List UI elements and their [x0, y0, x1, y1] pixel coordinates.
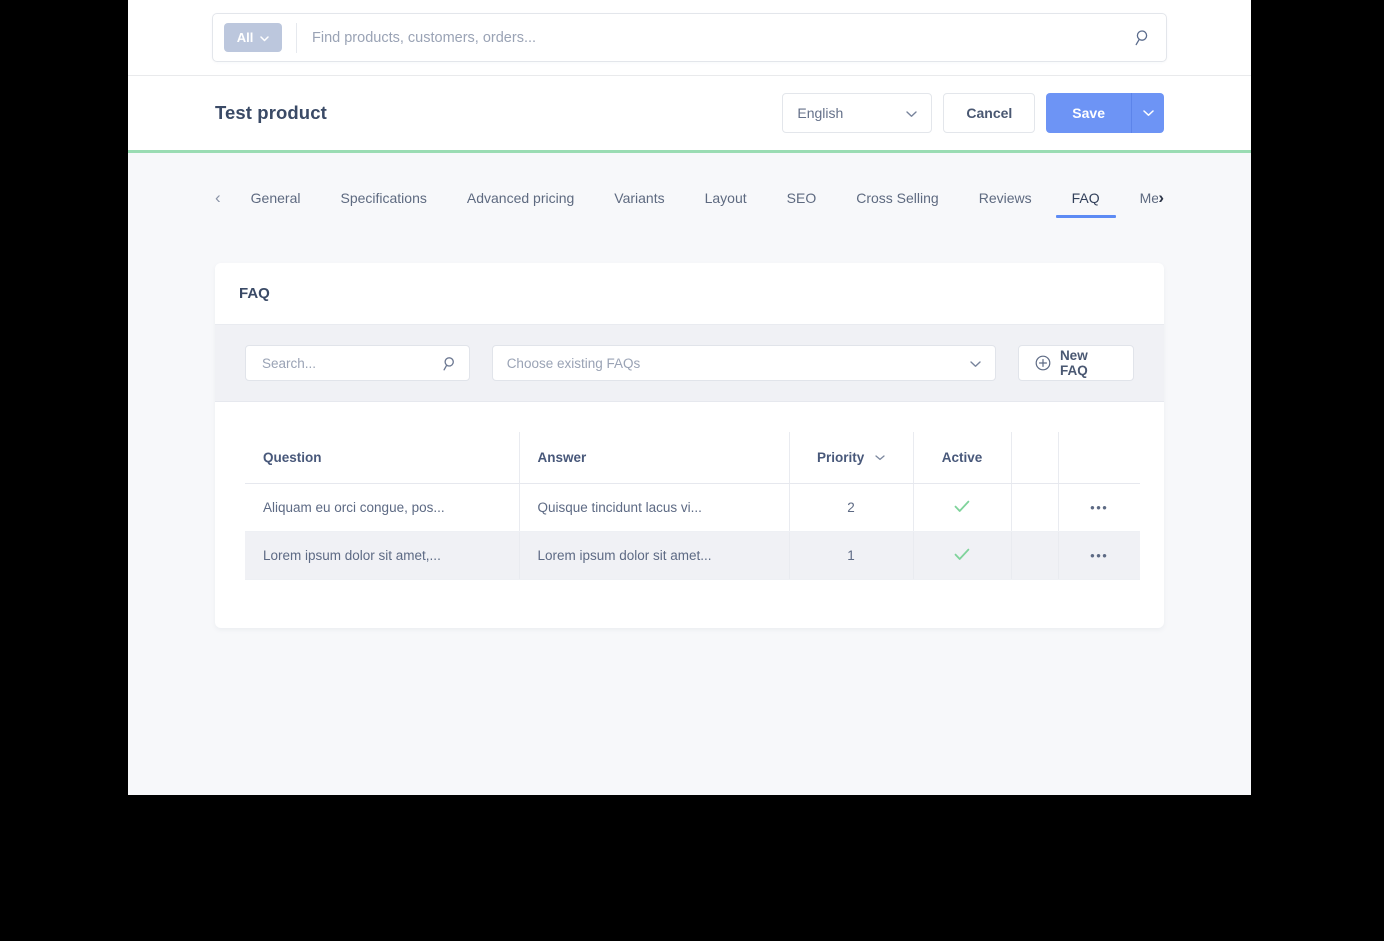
plus-circle-icon — [1035, 355, 1051, 371]
tab-variants[interactable]: Variants — [594, 190, 684, 218]
chevron-right-icon[interactable]: › — [1158, 189, 1164, 218]
tab-layout[interactable]: Layout — [685, 190, 767, 218]
language-select[interactable]: English — [782, 93, 933, 133]
cell-row-actions[interactable]: ••• — [1058, 483, 1140, 532]
global-search-field-group: All — [212, 13, 1167, 62]
column-header-priority[interactable]: Priority — [789, 432, 914, 484]
new-faq-button-label: New FAQ — [1059, 348, 1088, 378]
ellipsis-icon[interactable]: ••• — [1090, 548, 1108, 563]
tab-cross-selling[interactable]: Cross Selling — [836, 190, 958, 218]
global-search-bar: All — [128, 0, 1251, 76]
cell-priority: 2 — [789, 483, 914, 532]
search-icon[interactable] — [1135, 29, 1152, 46]
faq-card-title: FAQ — [239, 285, 270, 302]
chevron-left-icon[interactable]: ‹ — [215, 189, 221, 218]
check-icon — [954, 546, 970, 565]
tab-media[interactable]: Medi — [1120, 190, 1159, 218]
faq-card: FAQ Choose existing FAQs New FAQ — [215, 263, 1164, 628]
column-header-question[interactable]: Question — [245, 432, 520, 484]
tab-scroll-area: General Specifications Advanced pricing … — [231, 190, 1159, 218]
save-dropdown-toggle[interactable] — [1131, 93, 1164, 133]
choose-existing-faqs-placeholder: Choose existing FAQs — [506, 355, 641, 371]
cell-spacer — [1011, 483, 1059, 532]
faq-table-head: Question Answer Priority Active — [245, 432, 1140, 484]
cell-question: Lorem ipsum dolor sit amet,... — [245, 531, 520, 580]
column-header-active[interactable]: Active — [913, 432, 1012, 484]
tab-specifications[interactable]: Specifications — [320, 190, 446, 218]
cell-question: Aliquam eu orci congue, pos... — [245, 483, 520, 532]
page-header: Test product English Cancel Save — [128, 76, 1251, 150]
tab-general[interactable]: General — [231, 190, 321, 218]
ellipsis-icon[interactable]: ••• — [1090, 500, 1108, 515]
cancel-button[interactable]: Cancel — [943, 93, 1036, 133]
tab-navigation: ‹ General Specifications Advanced pricin… — [128, 153, 1251, 220]
tab-row: ‹ General Specifications Advanced pricin… — [128, 189, 1251, 218]
cell-answer: Quisque tincidunt lacus vi... — [519, 483, 790, 532]
search-scope-label: All — [236, 30, 254, 45]
choose-existing-faqs-select[interactable]: Choose existing FAQs — [491, 345, 996, 381]
language-select-value: English — [797, 105, 844, 121]
faq-card-header: FAQ — [215, 263, 1164, 325]
chevron-down-icon — [970, 356, 981, 371]
cell-active — [913, 483, 1012, 532]
faq-search-field — [245, 345, 470, 381]
column-header-spacer-1 — [1011, 432, 1059, 484]
admin-app-window: All Test product English Cancel — [128, 0, 1251, 795]
tab-faq[interactable]: FAQ — [1052, 190, 1120, 218]
search-scope-dropdown[interactable]: All — [224, 23, 282, 52]
cell-answer: Lorem ipsum dolor sit amet... — [519, 531, 790, 580]
cell-active — [913, 531, 1012, 580]
tab-seo[interactable]: SEO — [767, 190, 837, 218]
column-header-priority-label: Priority — [816, 450, 865, 465]
new-faq-button[interactable]: New FAQ — [1017, 345, 1134, 381]
column-header-answer[interactable]: Answer — [519, 432, 790, 484]
page-title: Test product — [215, 102, 327, 123]
cell-spacer — [1011, 531, 1059, 580]
tab-advanced-pricing[interactable]: Advanced pricing — [447, 190, 594, 218]
table-row[interactable]: Lorem ipsum dolor sit amet,... Lorem ips… — [245, 531, 1140, 580]
cell-priority: 1 — [789, 531, 914, 580]
chevron-down-icon — [260, 30, 270, 45]
save-button[interactable]: Save — [1046, 93, 1131, 133]
check-icon — [954, 498, 970, 517]
table-header-row: Question Answer Priority Active — [245, 432, 1140, 484]
global-search-input[interactable] — [297, 28, 1135, 47]
column-header-actions — [1058, 432, 1140, 484]
save-button-group: Save — [1046, 93, 1164, 133]
search-icon[interactable] — [443, 356, 458, 371]
faq-toolbar: Choose existing FAQs New FAQ — [215, 325, 1164, 402]
faq-table-body: Aliquam eu orci congue, pos... Quisque t… — [245, 483, 1140, 580]
faq-table: Question Answer Priority Active Aliquam … — [245, 432, 1140, 580]
faq-table-container: Question Answer Priority Active Aliquam … — [215, 402, 1164, 628]
chevron-down-icon — [906, 105, 918, 121]
chevron-down-icon — [875, 455, 885, 461]
table-row[interactable]: Aliquam eu orci congue, pos... Quisque t… — [245, 483, 1140, 532]
tab-reviews[interactable]: Reviews — [959, 190, 1052, 218]
header-actions: English Cancel Save — [782, 93, 1164, 133]
cell-row-actions[interactable]: ••• — [1058, 531, 1140, 580]
faq-search-input[interactable] — [260, 354, 443, 372]
